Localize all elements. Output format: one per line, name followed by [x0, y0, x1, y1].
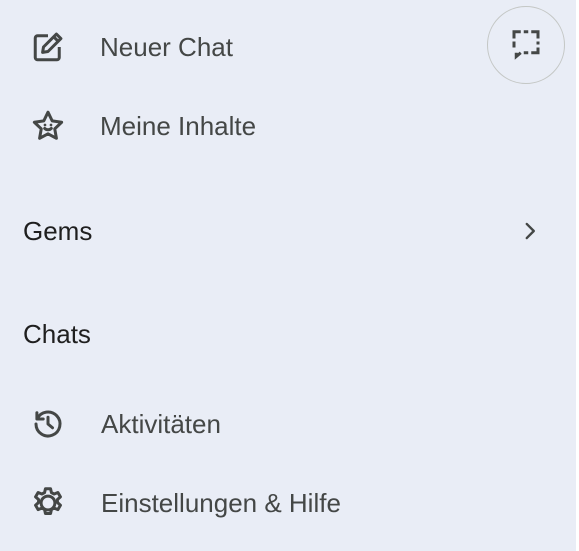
chevron-right-icon [516, 217, 544, 245]
dashed-chat-icon [508, 25, 544, 66]
edit-icon [29, 28, 67, 66]
settings-help-label: Einstellungen & Hilfe [101, 487, 341, 518]
new-chat-button[interactable]: Neuer Chat [0, 19, 470, 75]
history-icon [29, 405, 67, 443]
gems-section-header[interactable]: Gems [0, 203, 560, 259]
settings-help-button[interactable]: Einstellungen & Hilfe [0, 475, 470, 531]
activity-label: Aktivitäten [101, 408, 221, 439]
star-face-icon [29, 107, 67, 145]
temporary-chat-button[interactable] [487, 6, 565, 84]
chats-section-header: Chats [0, 306, 560, 362]
gear-icon [29, 484, 67, 522]
chats-label: Chats [23, 318, 91, 349]
activity-button[interactable]: Aktivitäten [0, 396, 470, 452]
my-content-button[interactable]: Meine Inhalte [0, 98, 470, 154]
new-chat-label: Neuer Chat [100, 31, 233, 62]
my-content-label: Meine Inhalte [100, 110, 257, 141]
gems-label: Gems [23, 215, 93, 246]
